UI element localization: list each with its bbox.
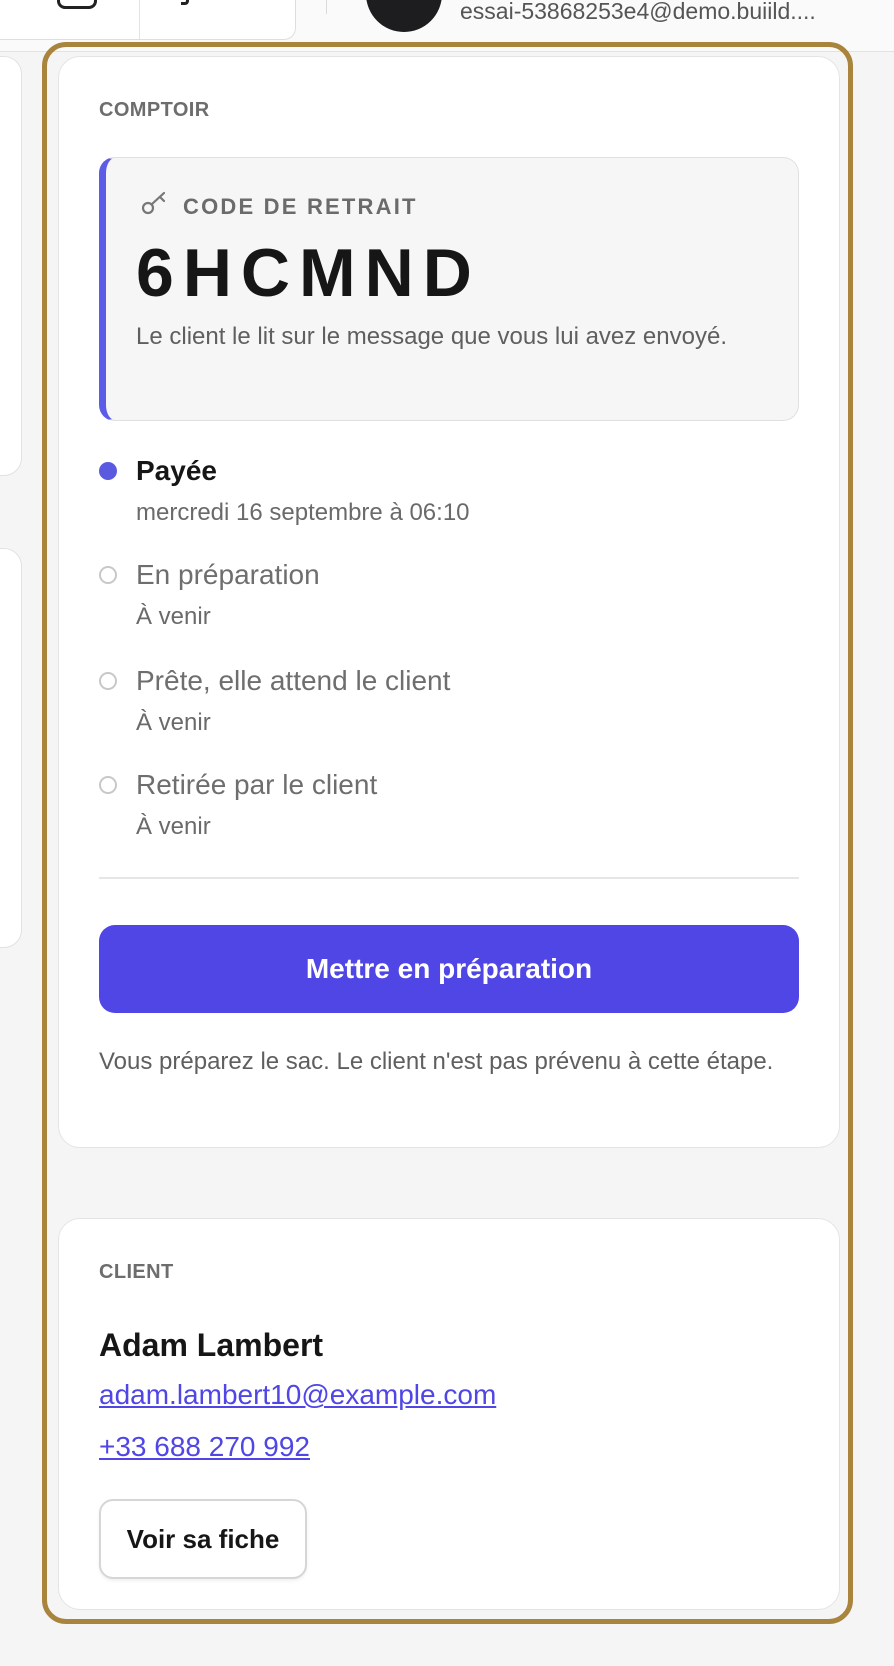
section-label-counter: COMPTOIR bbox=[99, 99, 210, 121]
status-step-title: Prête, elle attend le client bbox=[136, 665, 451, 696]
segment-divider bbox=[139, 0, 140, 39]
left-card-partial bbox=[0, 548, 22, 948]
status-step-subtitle: À venir bbox=[136, 603, 211, 630]
divider bbox=[99, 877, 799, 879]
client-phone-link[interactable]: +33 688 270 992 bbox=[99, 1431, 310, 1463]
view-switcher[interactable] bbox=[0, 0, 296, 40]
avatar[interactable] bbox=[366, 0, 442, 32]
left-card-partial bbox=[0, 56, 22, 476]
status-step-subtitle: À venir bbox=[136, 813, 211, 840]
status-step-title: Retirée par le client bbox=[136, 769, 378, 800]
view-icon[interactable] bbox=[57, 0, 97, 9]
pickup-code-hint: Le client le lit sur le message que vous… bbox=[136, 323, 727, 350]
status-dot-pending bbox=[99, 776, 117, 794]
client-card: CLIENT Adam Lambert adam.lambert10@examp… bbox=[58, 1218, 840, 1610]
pickup-code-box: CODE DE RETRAIT 6HCMND Le client le lit … bbox=[99, 157, 799, 421]
start-preparation-hint: Vous préparez le sac. Le client n'est pa… bbox=[99, 1048, 774, 1075]
pickup-code-label: CODE DE RETRAIT bbox=[183, 194, 418, 219]
start-preparation-button[interactable]: Mettre en préparation bbox=[99, 925, 799, 1013]
counter-card: COMPTOIR CODE DE RETRAIT 6HCMND Le clien… bbox=[58, 56, 840, 1148]
client-email-link[interactable]: adam.lambert10@example.com bbox=[99, 1379, 496, 1411]
status-dot-pending bbox=[99, 566, 117, 584]
status-step-date: mercredi 16 septembre à 06:10 bbox=[136, 499, 470, 526]
client-name: Adam Lambert bbox=[99, 1327, 324, 1363]
status-step-title: En préparation bbox=[136, 559, 320, 590]
header-divider bbox=[326, 0, 327, 14]
section-label-client: CLIENT bbox=[99, 1261, 174, 1283]
key-icon bbox=[141, 191, 166, 215]
status-dot-done bbox=[99, 462, 117, 480]
status-step-title: Payée bbox=[136, 455, 217, 486]
status-dot-pending bbox=[99, 672, 117, 690]
view-client-profile-button[interactable]: Voir sa fiche bbox=[99, 1499, 307, 1579]
status-step-subtitle: À venir bbox=[136, 709, 211, 736]
chevron-down-icon[interactable] bbox=[181, 0, 189, 5]
pickup-code-value: 6HCMND bbox=[136, 235, 481, 311]
account-email[interactable]: essai-53868253e4@demo.buiild.... bbox=[460, 0, 860, 25]
